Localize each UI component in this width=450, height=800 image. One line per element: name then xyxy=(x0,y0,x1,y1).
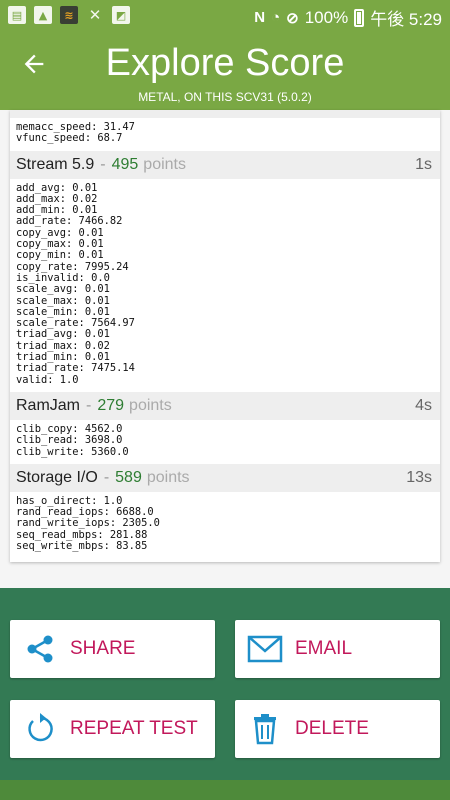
points-label: points xyxy=(143,155,186,173)
section-name: RamJam xyxy=(16,396,81,414)
section-header-stream: Stream 5.9 - 495 points 1s xyxy=(10,150,440,179)
list-item: seq_write_mbps: 83.85 xyxy=(16,540,148,553)
email-button[interactable]: EMAIL xyxy=(235,620,440,678)
points-label: points xyxy=(129,396,172,414)
section-time: 4s xyxy=(415,396,432,414)
bottom-strip xyxy=(0,780,450,800)
list-item: vfunc_speed: 68.7 xyxy=(16,132,123,145)
repeat-test-label: REPEAT TEST xyxy=(70,718,198,739)
n-icon: N xyxy=(254,9,266,26)
section-name: Storage I/O xyxy=(16,468,98,486)
explore-app-icon: ◩ xyxy=(112,6,130,24)
image-icon: ▲ xyxy=(34,6,52,24)
list-item: triad_rate: 7475.14 xyxy=(16,362,135,375)
blocked-icon: ⊘ xyxy=(286,9,299,27)
section-points: 279 xyxy=(97,396,125,414)
tools-icon: ✕ xyxy=(88,6,102,24)
delete-button[interactable]: DELETE xyxy=(235,700,440,758)
section-points: 589 xyxy=(115,468,142,486)
results-card: memacc_speed: 31.47 vfunc_speed: 68.7 Str… xyxy=(10,110,440,562)
share-label: SHARE xyxy=(70,638,136,659)
sim-card-icon: ▤ xyxy=(8,6,26,24)
page-subtitle: METAL, ON THIS SCV31 (5.0.2) xyxy=(138,90,312,104)
delete-label: DELETE xyxy=(295,718,369,739)
trash-icon xyxy=(235,713,295,745)
repeat-test-button[interactable]: REPEAT TEST xyxy=(10,700,215,758)
list-item: clib_read: 3698.0 xyxy=(16,434,123,447)
stream-values-list: add_avg: 0.01 add_max: 0.02 add_min: 0.01 a… xyxy=(10,179,440,392)
storage-values-list: has_o_direct: 1.0 rand_read_iops: 6688.0 r… xyxy=(10,492,440,558)
wifi-icon: ◔ xyxy=(271,9,281,26)
battery-icon xyxy=(354,8,365,27)
app-bar: Explore Score METAL, ON THIS SCV31 (5.0.… xyxy=(0,32,450,110)
wheat-icon: ≋ xyxy=(60,6,78,24)
separator: - xyxy=(86,396,92,414)
list-item: clib_write: 5360.0 xyxy=(16,445,129,458)
section-name: Stream 5.9 xyxy=(16,155,95,173)
battery-percent: 100% xyxy=(304,7,349,27)
section-points: 495 xyxy=(111,155,139,173)
list-item: copy_min: 0.01 xyxy=(16,249,104,262)
points-label: points xyxy=(146,468,190,486)
section-time: 13s xyxy=(406,468,432,486)
ramjam-values-list: clib_copy: 4562.0 clib_read: 3698.0 clib_w… xyxy=(10,420,440,464)
section-time: 1s xyxy=(415,155,432,173)
status-bar: ▤ ▲ ≋ ✕ ◩ N ◔ ⊘ 100% 午後 5:29 xyxy=(0,0,450,32)
separator: - xyxy=(103,468,110,486)
refresh-icon xyxy=(10,713,70,745)
action-panel: SHARE EMAIL REPEAT TEST DELETE xyxy=(0,588,450,800)
section-header-storage: Storage I/O - 589 points 13s xyxy=(10,463,440,492)
email-label: EMAIL xyxy=(295,638,353,659)
share-icon xyxy=(10,633,70,665)
list-item: valid: 1.0 xyxy=(16,373,79,386)
separator: - xyxy=(100,155,106,173)
system-indicators: N ◔ ⊘ 100% 午後 5:29 xyxy=(254,5,442,30)
section-header-ramjam: RamJam - 279 points 4s xyxy=(10,391,440,420)
top-values-list: memacc_speed: 31.47 vfunc_speed: 68.7 xyxy=(10,118,440,151)
page-title: Explore Score xyxy=(105,42,345,84)
list-item: scale_avg: 0.01 xyxy=(16,283,110,296)
share-button[interactable]: SHARE xyxy=(10,620,215,678)
email-icon xyxy=(235,635,295,663)
clock: 午後 5:29 xyxy=(370,10,442,29)
section-divider xyxy=(10,110,440,118)
notification-icons: ▤ ▲ ≋ ✕ ◩ xyxy=(8,6,130,24)
